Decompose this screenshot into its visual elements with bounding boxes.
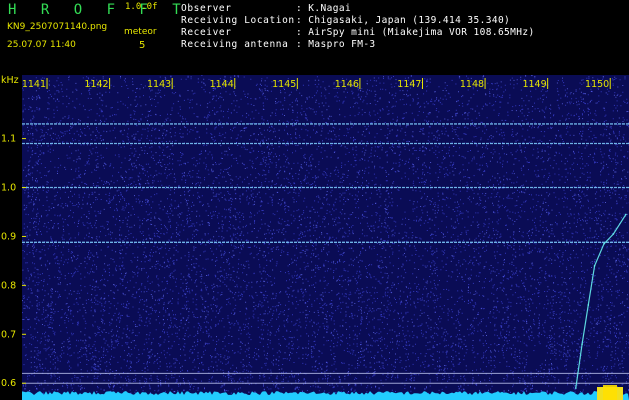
meteor-trace-point: [625, 213, 627, 216]
receiver-label: Receiver: [181, 27, 232, 38]
meteor-trace-point: [612, 233, 615, 235]
y-unit-label: kHz: [1, 75, 19, 86]
antenna-label: Receiving antenna: [181, 39, 289, 50]
signal-peak-core: [603, 385, 617, 400]
datetime-label: 25.07.07 11:40: [7, 40, 76, 50]
meteor-trace-point: [603, 242, 605, 245]
x-tick-label: 1143: [147, 79, 171, 90]
meteor-trace-point: [575, 387, 577, 389]
meteor-count: 5: [139, 40, 146, 51]
header-panel: H R O F F T 1.0.0f KN9_2507071140.png 25…: [0, 0, 629, 75]
app-title: H R O F F T: [8, 2, 189, 18]
observer-value: : K.Nagai: [296, 3, 352, 14]
meteor-trace-point: [581, 343, 583, 345]
x-tick-label: 1146: [335, 79, 359, 90]
x-tick-label: 1141: [22, 79, 46, 90]
observer-label: Observer: [181, 3, 232, 14]
location-label: Receiving Location: [181, 15, 295, 26]
x-tick-label: 1150: [585, 79, 609, 90]
y-tick-label: 0.8: [1, 280, 16, 291]
filename-label: KN9_2507071140.png: [7, 22, 108, 32]
y-tick-label: 0.9: [1, 231, 16, 242]
x-tick-label: 1147: [397, 79, 421, 90]
antenna-value: : Maspro FM-3: [296, 39, 376, 50]
y-tick-label: 1.0: [1, 183, 16, 194]
x-tick-label: 1145: [272, 79, 296, 90]
meteor-trace-point: [593, 265, 596, 267]
y-tick-label: 0.7: [1, 329, 16, 340]
location-value: : Chigasaki, Japan (139.414 35.340): [296, 15, 511, 26]
spectrogram-svg: 1141 1142 1143 1144 1145 1146 1147 1148 1149 1150…: [0, 75, 629, 400]
meteor-label: meteor: [124, 27, 157, 37]
x-tick-label: 1144: [210, 79, 234, 90]
spectrogram-chart: 1141 1142 1143 1144 1145 1146 1147 1148 1149 1150…: [0, 75, 629, 400]
y-tick-label: 1.1: [1, 134, 16, 145]
x-tick-label: 1142: [84, 79, 108, 90]
x-tick-label: 1149: [522, 79, 546, 90]
version-label: 1.0.0f: [125, 2, 158, 12]
meteor-trace-point: [587, 304, 590, 306]
x-tick-label: 1148: [460, 79, 484, 90]
y-tick-label: 0.6: [1, 378, 16, 389]
plot-area: [22, 75, 629, 400]
receiver-value: : AirSpy mini (Miakejima VOR 108.65MHz): [296, 27, 535, 38]
